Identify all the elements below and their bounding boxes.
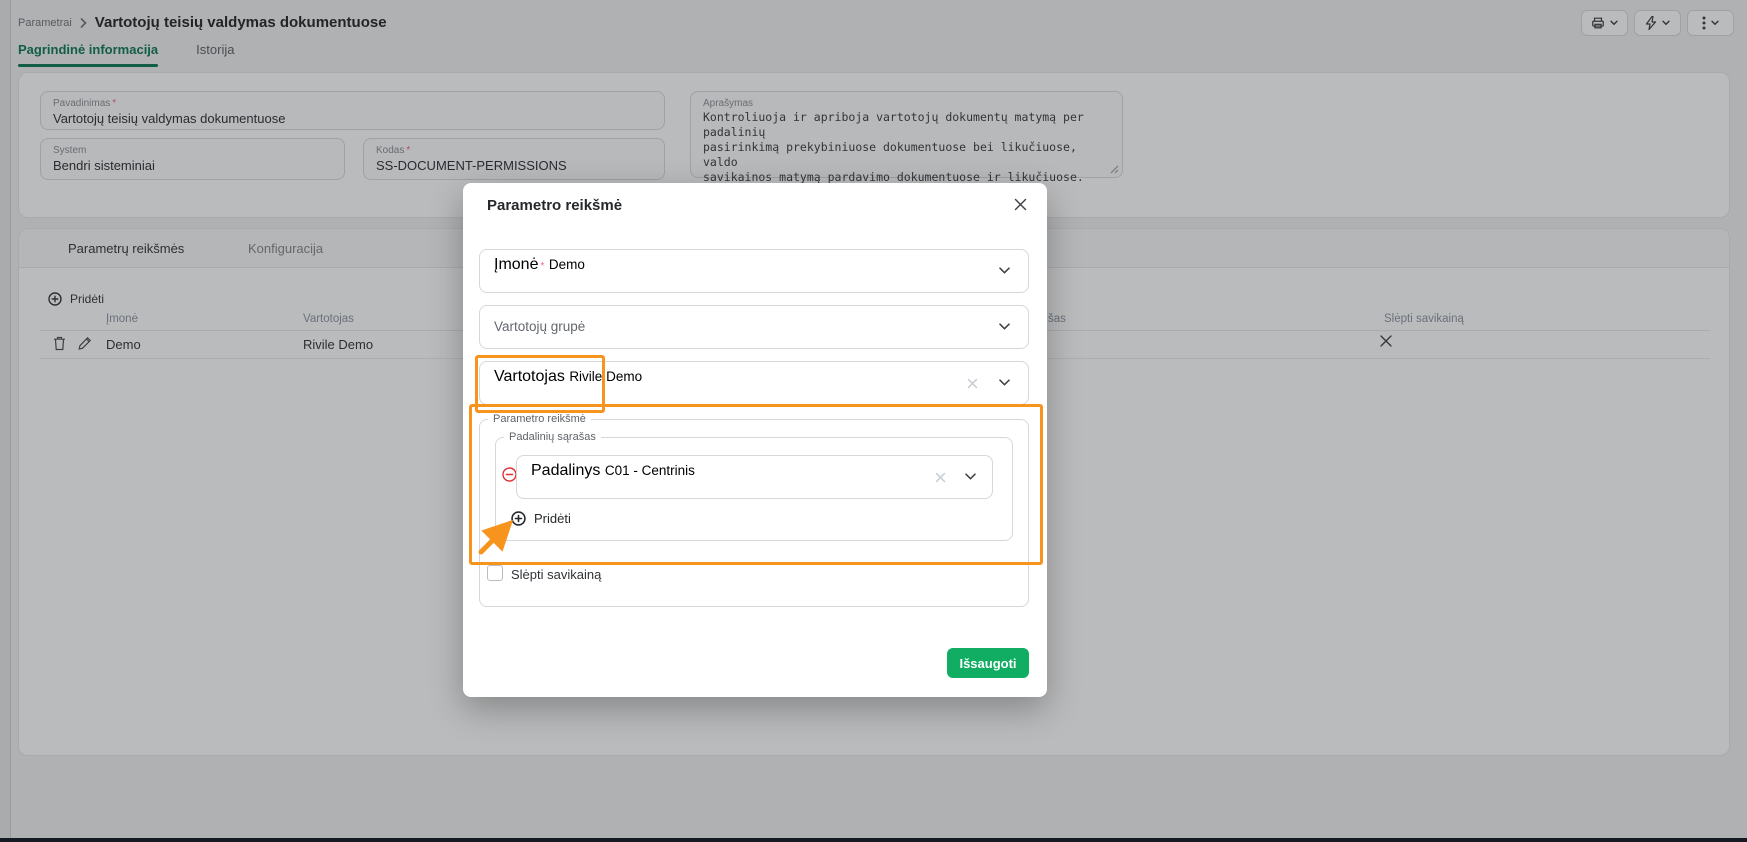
- add-button-label: Pridėti: [534, 511, 571, 526]
- save-button[interactable]: Išsaugoti: [947, 648, 1029, 678]
- chevron-down-icon[interactable]: [999, 379, 1010, 386]
- clear-icon[interactable]: [967, 378, 978, 389]
- checkbox-slepti-savikaina[interactable]: [487, 565, 503, 581]
- field-label: Įmonė: [494, 256, 538, 273]
- app-screen: Parametrai Vartotojų teisių valdymas dok…: [0, 0, 1747, 842]
- close-button[interactable]: [1014, 198, 1027, 211]
- field-value: Demo: [549, 257, 585, 272]
- chevron-down-icon[interactable]: [999, 323, 1010, 330]
- field-value: C01 - Centrinis: [605, 463, 695, 478]
- select-padalinys[interactable]: Padalinys C01 - Centrinis: [516, 455, 993, 499]
- plus-circle-icon: [511, 511, 526, 526]
- minus-circle-icon: [502, 467, 517, 482]
- checkbox-label: Slėpti savikainą: [511, 567, 601, 582]
- add-padalinys-button[interactable]: Pridėti: [511, 511, 571, 526]
- field-placeholder: Vartotojų grupė: [494, 319, 585, 334]
- close-icon: [1014, 198, 1027, 211]
- clear-icon[interactable]: [935, 472, 946, 483]
- select-imone[interactable]: Įmonė* Demo: [479, 249, 1029, 293]
- field-label: Vartotojas: [494, 368, 565, 385]
- chevron-down-icon[interactable]: [965, 473, 976, 480]
- field-label: Padalinys: [531, 462, 600, 479]
- remove-padalinys-button[interactable]: [502, 467, 517, 482]
- parameter-value-modal: Parametro reikšmė Įmonė* Demo Vartotojų …: [463, 183, 1047, 697]
- fieldset-legend: Parametro reikšmė: [488, 413, 591, 425]
- chevron-down-icon[interactable]: [999, 267, 1010, 274]
- select-vartotojas[interactable]: Vartotojas Rivile Demo: [479, 361, 1029, 405]
- field-value: Rivile Demo: [569, 369, 642, 384]
- modal-title: Parametro reikšmė: [487, 197, 622, 214]
- select-vartotoju-grupe[interactable]: Vartotojų grupė: [479, 305, 1029, 349]
- required-marker: *: [540, 261, 544, 272]
- fieldset-legend: Padalinių sąrašas: [504, 431, 601, 443]
